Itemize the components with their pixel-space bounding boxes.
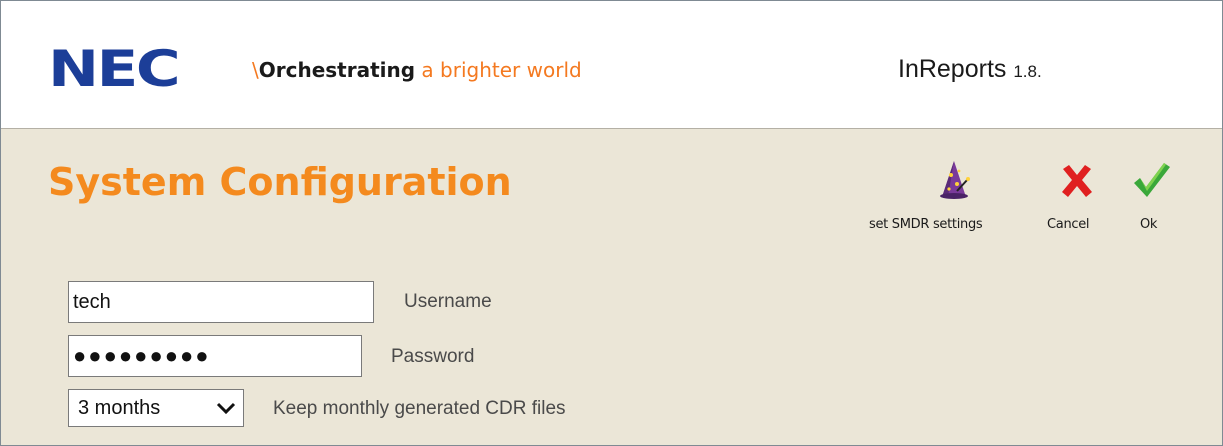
app-title: InReports 1.8. [898, 53, 1042, 88]
set-smdr-settings-label: set SMDR settings [869, 217, 983, 232]
app-version: 1.8. [1013, 62, 1042, 81]
cancel-label: Cancel [1047, 217, 1090, 232]
set-smdr-settings-button[interactable]: set SMDR settings [869, 159, 1039, 239]
page-title: System Configuration [48, 160, 512, 204]
password-input[interactable] [68, 335, 362, 377]
cancel-button[interactable]: Cancel [1047, 159, 1119, 239]
header-bar: NEC \Orchestrating a brighter world InRe… [1, 1, 1222, 129]
app-window: NEC \Orchestrating a brighter world InRe… [0, 0, 1223, 446]
retention-selected-value: 3 months [78, 397, 161, 419]
chevron-down-icon [215, 398, 237, 423]
wizard-hat-icon [934, 159, 970, 204]
app-name: InReports [898, 55, 1007, 83]
username-label: Username [404, 291, 492, 312]
tagline-slash: \ [252, 58, 259, 82]
tagline-brighter-world: a brighter world [415, 58, 582, 82]
retention-label: Keep monthly generated CDR files [273, 398, 566, 419]
nec-logo: NEC [48, 40, 181, 98]
username-input[interactable] [68, 281, 374, 323]
tagline-orchestrating: Orchestrating [258, 58, 416, 82]
brand-tagline: \Orchestrating a brighter world [252, 56, 582, 84]
retention-select[interactable]: 3 months [68, 389, 244, 427]
ok-label: Ok [1140, 217, 1158, 232]
password-label: Password [391, 346, 475, 367]
x-icon [1059, 163, 1095, 204]
ok-button[interactable]: Ok [1131, 159, 1181, 239]
checkmark-icon [1131, 161, 1171, 204]
